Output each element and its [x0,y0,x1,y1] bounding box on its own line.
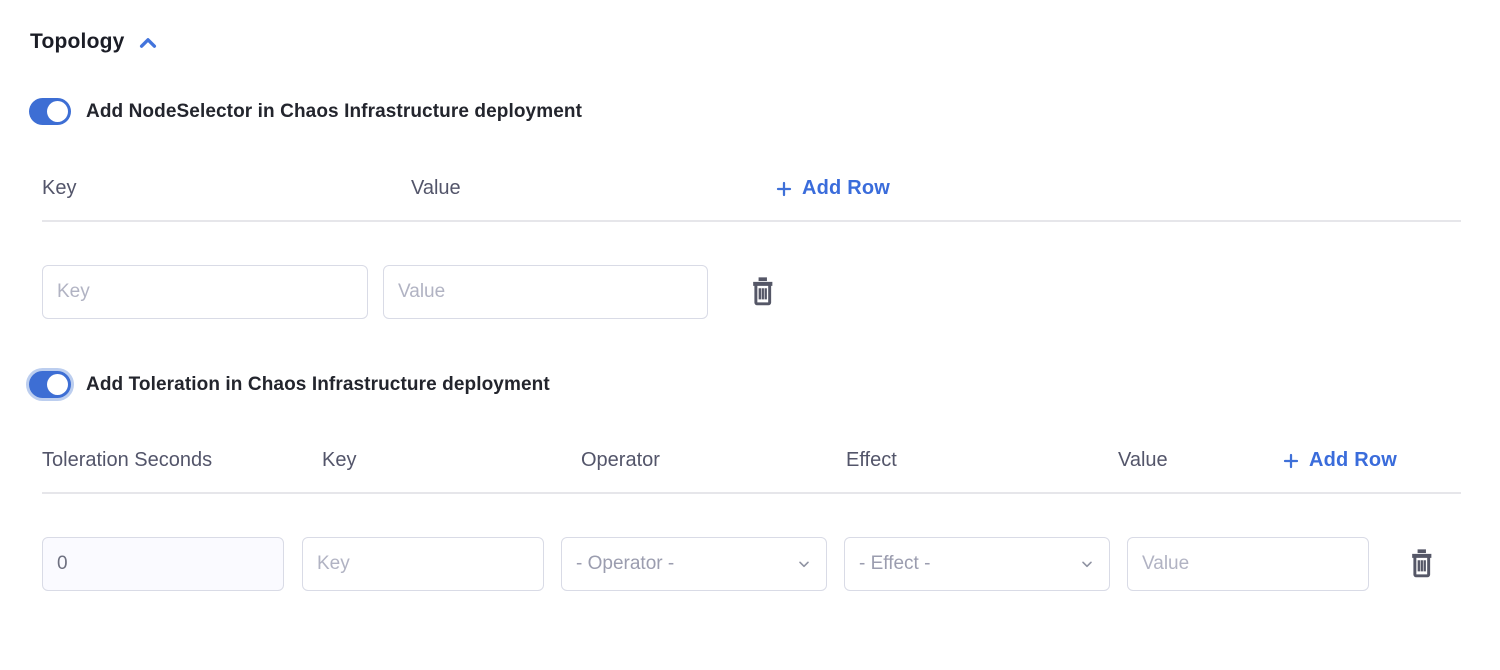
page-title: Topology [30,30,125,54]
column-header-value: Value [1118,449,1282,472]
toleration-toggle[interactable] [29,371,71,398]
chevron-down-icon [1079,556,1095,572]
table-header-divider [42,492,1461,494]
add-row-label: Add Row [1309,449,1397,472]
column-header-effect: Effect [846,449,1118,472]
toleration-row: - Operator - - Effect - [42,537,1461,591]
value-input[interactable] [1127,537,1369,591]
node-selector-table: Key Value Add Row [42,177,1461,319]
plus-icon [1282,452,1300,470]
toleration-toggle-row: Add Toleration in Chaos Infrastructure d… [29,371,1500,398]
trash-icon [1407,548,1437,580]
toleration-table: Toleration Seconds Key Operator Effect V… [42,449,1461,591]
operator-select-value: - Operator - [576,553,674,575]
node-selector-toggle-row: Add NodeSelector in Chaos Infrastructure… [29,98,1500,125]
add-row-label: Add Row [802,177,890,200]
node-selector-table-headers: Key Value Add Row [42,177,1461,200]
node-selector-toggle[interactable] [29,98,71,125]
column-header-value: Value [411,177,775,200]
table-header-divider [42,220,1461,222]
effect-select-value: - Effect - [859,553,930,575]
key-input[interactable] [302,537,544,591]
add-row-button[interactable]: Add Row [1282,449,1397,472]
toleration-seconds-input[interactable] [42,537,284,591]
topology-section: Topology Add NodeSelector in Chaos Infra… [0,0,1500,591]
toggle-knob [47,101,68,122]
column-header-toleration-seconds: Toleration Seconds [42,449,322,472]
section-header: Topology [30,30,1500,54]
chevron-up-icon[interactable] [137,32,159,54]
delete-row-button[interactable] [748,276,778,308]
toleration-table-headers: Toleration Seconds Key Operator Effect V… [42,449,1461,472]
delete-row-button[interactable] [1407,548,1437,580]
chevron-down-icon [796,556,812,572]
column-header-key: Key [42,177,411,200]
operator-select[interactable]: - Operator - [561,537,827,591]
column-header-key: Key [322,449,581,472]
trash-icon [748,276,778,308]
value-input[interactable] [383,265,708,319]
toleration-toggle-label: Add Toleration in Chaos Infrastructure d… [86,374,550,396]
node-selector-toggle-label: Add NodeSelector in Chaos Infrastructure… [86,101,582,123]
column-header-operator: Operator [581,449,846,472]
add-row-button[interactable]: Add Row [775,177,890,200]
node-selector-row [42,265,1461,319]
plus-icon [775,180,793,198]
toggle-knob [47,374,68,395]
effect-select[interactable]: - Effect - [844,537,1110,591]
key-input[interactable] [42,265,368,319]
